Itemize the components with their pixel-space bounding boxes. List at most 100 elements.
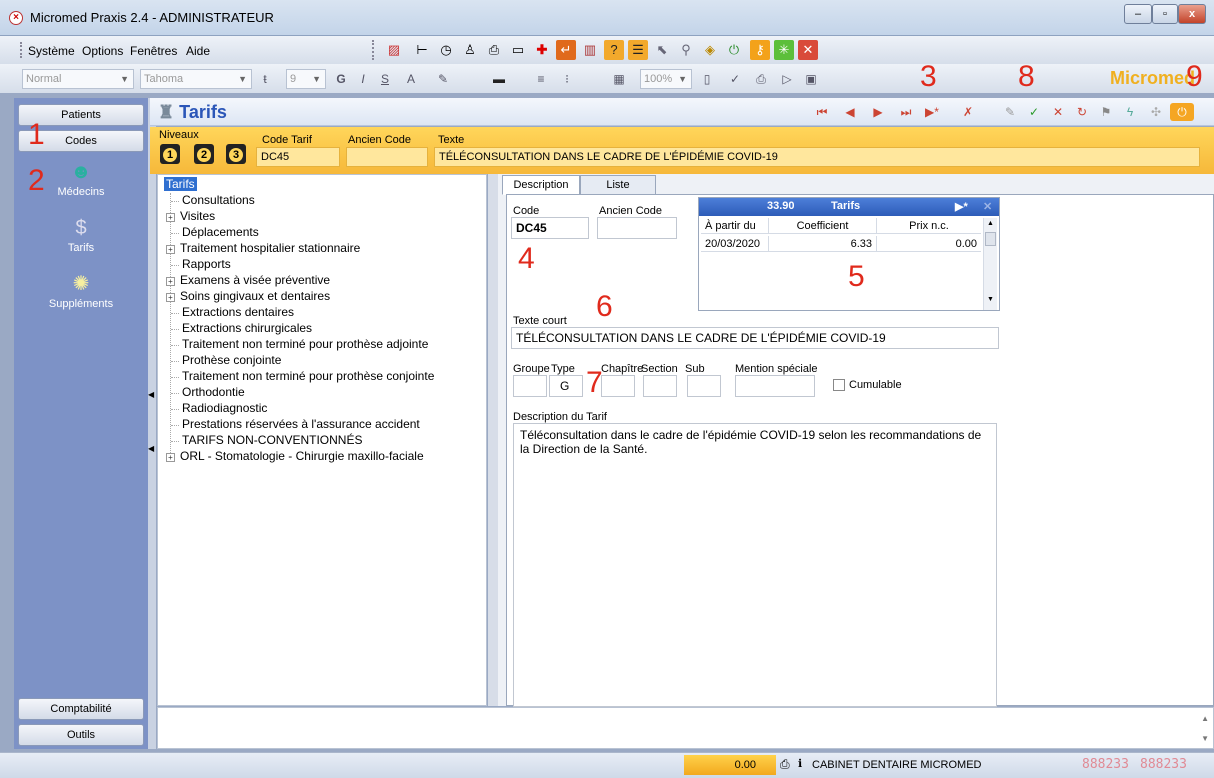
expand-icon[interactable]: + [166,213,175,222]
tree-item[interactable]: Traitement hospitalier stationnaire [180,241,360,255]
save-icon[interactable]: ▣ [802,69,820,89]
tree-item[interactable]: Consultations [182,193,255,207]
align-icon[interactable]: ≡ [532,69,550,89]
list-icon[interactable]: ☰ [628,40,648,60]
new-record-icon[interactable]: ▶* [920,103,944,121]
expand-icon[interactable]: + [166,277,175,286]
lightning-icon[interactable]: ϟ [1118,103,1142,121]
tree-item[interactable]: Extractions chirurgicales [182,321,312,335]
spellcheck-icon[interactable]: ✓ [726,69,744,89]
tree-item[interactable]: Examens à visée préventive [180,273,330,287]
next-record-icon[interactable]: ▶ [866,103,890,121]
tree-item[interactable]: Prestations réservées à l'assurance acci… [182,417,420,431]
expand-icon[interactable]: + [166,293,175,302]
menu-fenetres[interactable]: Fenêtres [130,44,177,58]
refresh-icon[interactable]: ↻ [1070,103,1094,121]
highlight-icon[interactable]: ✎ [434,69,452,89]
scroll-thumb[interactable] [985,232,996,246]
menu-systeme[interactable]: Système [28,44,75,58]
mention-speciale-field[interactable] [735,375,815,397]
type-field[interactable]: G [549,375,583,397]
delete-record-icon[interactable]: ✗ [956,103,980,121]
comptabilite-button[interactable]: Comptabilité [18,698,144,720]
table-icon[interactable]: ▦ [610,69,628,89]
tree-item[interactable]: Extractions dentaires [182,305,294,319]
card-icon[interactable]: ▭ [508,40,528,60]
power-icon[interactable]: ⏻ [724,40,744,60]
clock-icon[interactable]: ◷ [436,40,456,60]
line-style-icon[interactable]: ▬ [490,69,508,89]
section-field[interactable] [643,375,677,397]
tree-item[interactable]: Visites [180,209,215,223]
tree-item[interactable]: Déplacements [182,225,259,239]
tree-item[interactable]: ORL - Stomatologie - Chirurgie maxillo-f… [180,449,424,463]
cursor-icon[interactable]: ⬉ [652,40,672,60]
tree-item[interactable]: Traitement non terminé pour prothèse adj… [182,337,428,351]
edit-icon[interactable]: ✎ [998,103,1022,121]
expand-icon[interactable]: + [166,453,175,462]
column-header[interactable]: À partir du [701,218,769,234]
font-select[interactable]: Tahoma ▼ [140,69,252,89]
size-select[interactable]: 9 ▼ [286,69,326,89]
printer-icon[interactable]: ⎙ [484,40,504,60]
nav-supplements[interactable]: ✺ Suppléments [14,272,148,310]
minimize-button[interactable]: – [1124,4,1152,24]
tree-root[interactable]: Tarifs [164,177,197,191]
scroll-down-icon[interactable]: ▼ [1201,734,1209,743]
open-icon[interactable]: ▷ [778,69,796,89]
tab-description[interactable]: Description [502,175,580,195]
exit-icon[interactable]: ✕ [798,40,818,60]
menu-aide[interactable]: Aide [186,44,210,58]
magnifier-icon[interactable]: ⚲ [676,40,696,60]
maximize-button[interactable]: ▫ [1152,4,1178,24]
grip-handle[interactable] [20,42,24,58]
grid-cell-coefficient[interactable]: 6.33 [769,236,877,252]
groupe-field[interactable] [513,375,547,397]
tree-item[interactable]: TARIFS NON-CONVENTIONNÉS [182,433,362,447]
barcode-icon[interactable]: ▥ [580,40,600,60]
confirm-icon[interactable]: ✓ [1022,103,1046,121]
tools-icon[interactable]: ✣ [1144,103,1168,121]
ancien-code-field[interactable] [346,147,428,167]
diamond-icon[interactable]: ◈ [700,40,720,60]
grid-cell-prix[interactable]: 0.00 [877,236,981,252]
hatched-tool-icon[interactable]: ▨ [384,40,404,60]
scroll-up-icon[interactable]: ▲ [987,220,994,227]
message-area[interactable]: ▲ ▼ [157,707,1214,749]
texte-field[interactable]: TÉLÉCONSULTATION DANS LE CADRE DE L'ÉPID… [434,147,1200,167]
nav-tarifs[interactable]: $ Tarifs [14,216,148,254]
power-icon[interactable]: ⏻ [1170,103,1194,121]
close-icon[interactable]: ✕ [983,200,992,213]
font-size-icon[interactable]: ŧ [256,69,274,89]
tree-item[interactable]: Radiodiagnostic [182,401,267,415]
app-icon[interactable]: × [9,11,23,25]
attach-icon[interactable]: ⚑ [1094,103,1118,121]
column-header[interactable]: Prix n.c. [877,218,981,234]
level-2-button[interactable]: 2 [194,144,214,164]
red-cross-icon[interactable]: ✚ [532,40,552,60]
tree-tool-icon[interactable]: ⊢ [412,40,432,60]
collapse-arrow-icon[interactable]: ◀ [148,444,154,453]
level-3-button[interactable]: 3 [226,144,246,164]
column-header[interactable]: Coefficient [769,218,877,234]
tree-item[interactable]: Rapports [182,257,231,271]
chapitre-field[interactable] [601,375,635,397]
italic-button[interactable]: I [354,69,372,89]
style-select[interactable]: Normal ▼ [22,69,134,89]
collapse-arrow-icon[interactable]: ◀ [148,390,154,399]
key-icon[interactable]: ⚷ [750,40,770,60]
tree-item[interactable]: Orthodontie [182,385,245,399]
grid-cell-date[interactable]: 20/03/2020 [701,236,769,252]
previous-record-icon[interactable]: ◀ [838,103,862,121]
cumulable-checkbox[interactable] [833,379,845,391]
menu-options[interactable]: Options [82,44,123,58]
code-field[interactable]: DC45 [511,217,589,239]
sub-field[interactable] [687,375,721,397]
texte-court-field[interactable]: TÉLÉCONSULTATION DANS LE CADRE DE L'ÉPID… [511,327,999,349]
return-icon[interactable]: ↵ [556,40,576,60]
tree-item[interactable]: Soins gingivaux et dentaires [180,289,330,303]
new-row-icon[interactable]: ▶* [955,200,968,213]
zoom-select[interactable]: 100% ▼ [640,69,692,89]
book-icon[interactable]: ▯ [698,69,716,89]
ancien-code-field[interactable] [597,217,677,239]
